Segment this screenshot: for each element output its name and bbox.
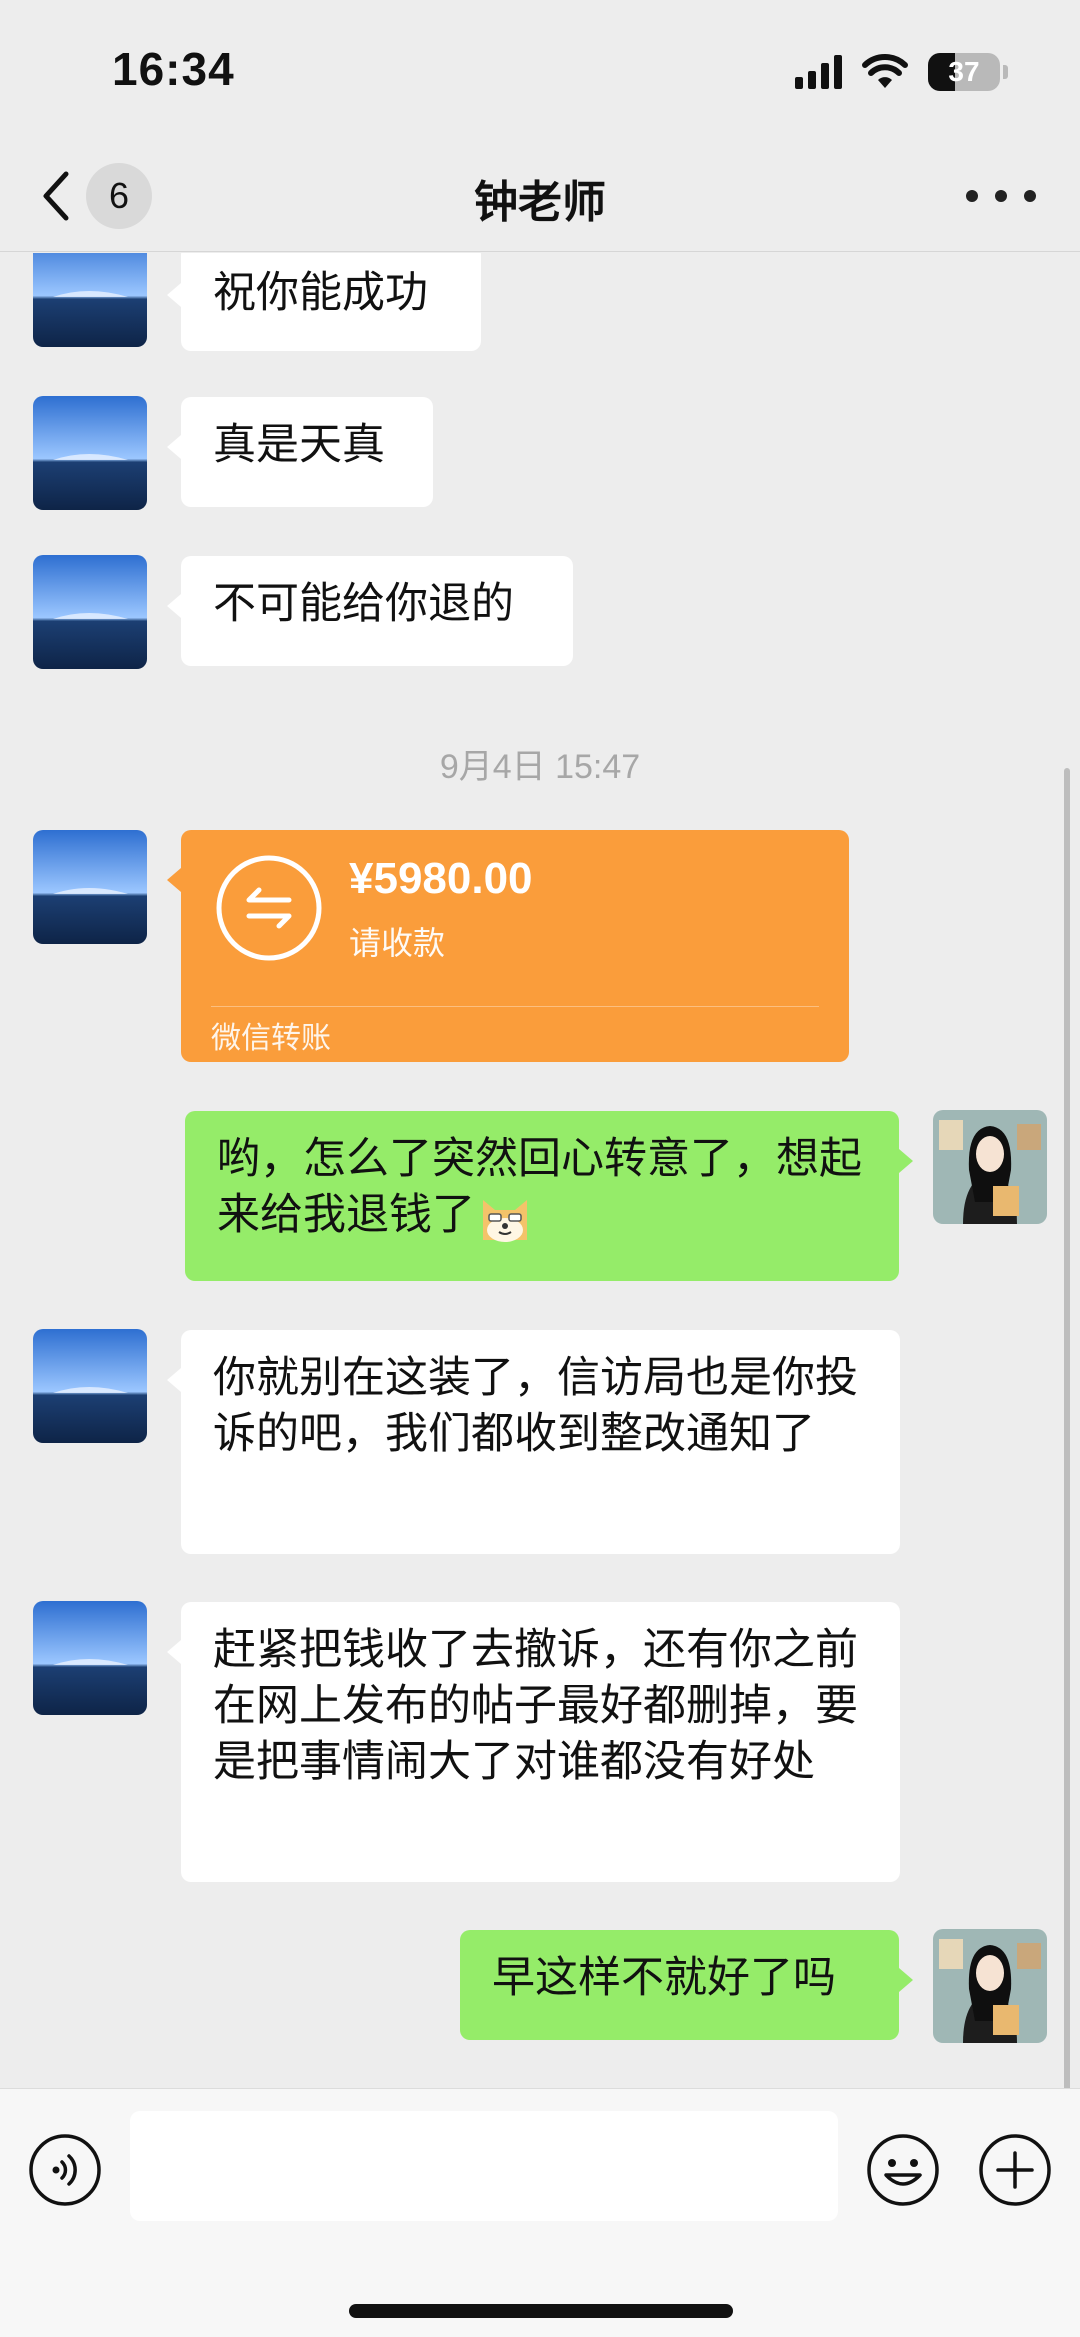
chat-area[interactable]: 祝你能成功 真是天真 不可能给你退的 9月4日 15:47 ¥5980.00 请… xyxy=(0,253,1080,2088)
contact-avatar[interactable] xyxy=(33,555,147,669)
message-text: 不可能给你退的 xyxy=(213,579,514,629)
contact-avatar[interactable] xyxy=(33,1329,147,1443)
message-text: 赶紧把钱收了去撤诉，还有你之前在网上发布的帖子最好都删掉，要是把事情闹大了对谁都… xyxy=(213,1625,858,1787)
nav-bar: 6 钟老师 xyxy=(0,140,1080,252)
message-bubble-incoming[interactable]: 祝你能成功 xyxy=(167,253,481,351)
voice-icon[interactable] xyxy=(26,2131,104,2209)
transfer-status: 请收款 xyxy=(349,924,446,962)
message-bubble-outgoing[interactable]: 哟，怎么了突然回心转意了，想起来给我退钱了 xyxy=(185,1111,913,1281)
input-bar xyxy=(0,2088,1080,2337)
wifi-icon xyxy=(862,54,908,88)
battery-tip xyxy=(1003,65,1008,79)
contact-avatar[interactable] xyxy=(33,396,147,510)
status-bar: 16:34 37 xyxy=(0,0,1080,140)
battery-icon: 37 xyxy=(928,53,1000,91)
message-text: 早这样不就好了吗 xyxy=(492,1953,836,2003)
message-bubble-incoming[interactable]: 你就别在这装了，信访局也是你投诉的吧，我们都收到整改通知了 xyxy=(167,1330,900,1554)
my-avatar[interactable] xyxy=(933,1110,1047,1224)
message-text: 你就别在这装了，信访局也是你投诉的吧，我们都收到整改通知了 xyxy=(213,1353,858,1459)
home-indicator[interactable] xyxy=(349,2304,733,2318)
contact-avatar[interactable] xyxy=(33,253,147,347)
message-input[interactable] xyxy=(130,2111,838,2221)
message-bubble-incoming[interactable]: 赶紧把钱收了去撤诉，还有你之前在网上发布的帖子最好都删掉，要是把事情闹大了对谁都… xyxy=(167,1602,900,1882)
transfer-icon xyxy=(216,855,322,961)
plus-icon[interactable] xyxy=(976,2131,1054,2209)
transfer-amount: ¥5980.00 xyxy=(349,854,533,903)
scrollbar[interactable] xyxy=(1064,768,1070,2088)
transfer-divider xyxy=(211,1006,819,1007)
more-icon[interactable] xyxy=(966,174,1036,218)
contact-avatar[interactable] xyxy=(33,1601,147,1715)
message-text: 哟，怎么了突然回心转意了，想起来给我退钱了 xyxy=(217,1134,862,1240)
signal-icon xyxy=(795,55,842,89)
doge-emoji xyxy=(483,1199,527,1242)
transfer-card[interactable]: ¥5980.00 请收款 微信转账 xyxy=(167,830,849,1062)
battery-percent: 37 xyxy=(948,56,980,87)
chat-title: 钟老师 xyxy=(474,177,606,228)
contact-avatar[interactable] xyxy=(33,830,147,944)
message-text: 祝你能成功 xyxy=(213,268,428,318)
my-avatar[interactable] xyxy=(933,1929,1047,2043)
message-bubble-incoming[interactable]: 真是天真 xyxy=(167,397,433,507)
message-timestamp: 9月4日 15:47 xyxy=(439,748,641,786)
message-bubble-incoming[interactable]: 不可能给你退的 xyxy=(167,556,573,666)
message-text: 真是天真 xyxy=(213,420,385,470)
status-time: 16:34 xyxy=(112,43,235,95)
transfer-source: 微信转账 xyxy=(211,1021,331,1056)
emoji-icon[interactable] xyxy=(864,2131,942,2209)
message-bubble-outgoing[interactable]: 早这样不就好了吗 xyxy=(460,1930,913,2040)
status-icons: 37 xyxy=(795,50,1008,94)
